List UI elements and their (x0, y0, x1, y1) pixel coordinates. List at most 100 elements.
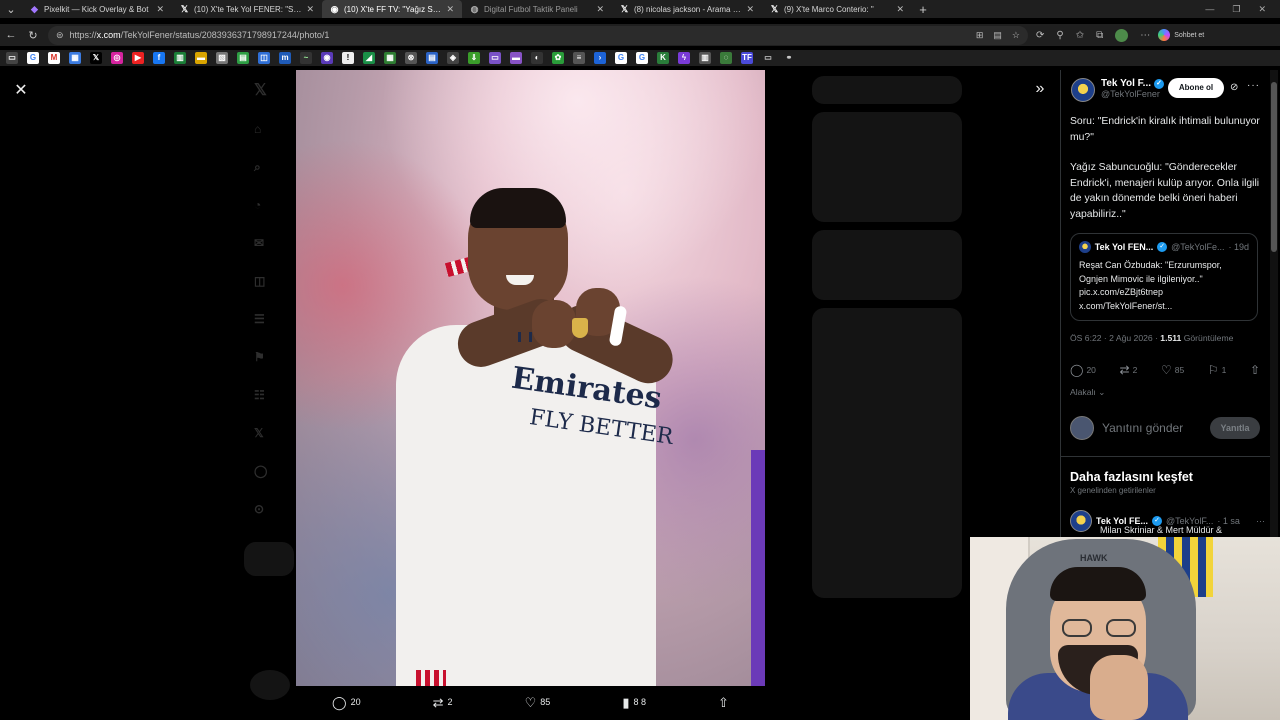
browser-tab-tekyol[interactable]: 𝕏 (10) X'te Tek Yol FENER: "Soru: "En ✕ (172, 0, 322, 18)
browser-tab-taktik[interactable]: ◍ Digital Futbol Taktik Paneli ✕ (462, 0, 612, 18)
bookmark-button[interactable]: ⚐ 1 (1208, 364, 1227, 376)
bookmark-icon[interactable]: ▥ (699, 52, 711, 64)
reply-submit-button[interactable]: Yanıtla (1210, 417, 1260, 439)
bookmark-icon[interactable]: ⊗ (405, 52, 417, 64)
quoted-tweet[interactable]: Tek Yol FEN... ✓ @TekYolFe... · 19d Reşa… (1070, 233, 1258, 321)
close-tab-icon[interactable]: ✕ (596, 4, 604, 15)
close-tab-icon[interactable]: ✕ (746, 4, 754, 15)
repost-button[interactable]: ⇄ 2 (1120, 364, 1138, 376)
close-icon[interactable]: ✕ (12, 82, 30, 100)
google-icon[interactable]: G (636, 52, 648, 64)
bookmark-icon[interactable]: TF (741, 52, 753, 64)
close-tab-icon[interactable]: ✕ (306, 4, 314, 15)
bookmark-icon[interactable]: ◫ (258, 52, 270, 64)
new-tab-icon[interactable]: + (912, 2, 934, 17)
bookmark-icon[interactable]: ▬ (510, 52, 522, 64)
more-options-icon[interactable]: ··· (1247, 80, 1260, 91)
share-button[interactable]: ⇧ (1250, 364, 1260, 376)
author-handle[interactable]: @TekYolFener (1101, 89, 1164, 99)
bookmark-icon[interactable]: ▤ (237, 52, 249, 64)
photo-like-button[interactable]: ♡ 85 (525, 696, 551, 709)
reload-icon[interactable]: ↻ (22, 29, 44, 42)
bookmark-icon[interactable]: ϟ (678, 52, 690, 64)
window-close-icon[interactable]: ✕ (1258, 4, 1266, 15)
bookmark-icon[interactable]: ◐ (531, 52, 543, 64)
browser-tab-fftv[interactable]: ◉ (10) X'te FF TV: "Yağız Sab ✕ (322, 0, 462, 18)
browser-tab-nicolas[interactable]: 𝕏 (8) nicolas jackson - Arama / X ✕ (612, 0, 762, 18)
author-name[interactable]: Tek Yol F... (1101, 78, 1151, 89)
bookmark-icon[interactable]: ◈ (447, 52, 459, 64)
settings-more-icon[interactable]: ⋯ (1140, 30, 1150, 41)
tab-bar: ⌄ ◆ Pixelkit — Kick Overlay & Bot ✕ 𝕏 (1… (0, 0, 1280, 18)
avatar[interactable] (1071, 78, 1095, 102)
bookmark-icon[interactable]: m (279, 52, 291, 64)
tweet-timestamp[interactable]: ÖS 6:22 · 2 Ağu 2026 · (1070, 333, 1160, 343)
site-info-icon[interactable]: ⊜ (56, 30, 64, 41)
bookmark-icon[interactable]: K (657, 52, 669, 64)
instagram-icon[interactable]: ◎ (111, 52, 123, 64)
scrollbar-thumb[interactable] (1271, 82, 1277, 252)
follow-button[interactable]: Abone ol (1168, 78, 1224, 98)
bookmark-icon[interactable]: ▭ (489, 52, 501, 64)
profile-avatar[interactable] (1115, 28, 1129, 42)
link-icon[interactable]: ⚭ (783, 52, 795, 64)
app-available-icon[interactable]: ⊞ (976, 30, 984, 41)
bookmark-icon[interactable]: ▦ (69, 52, 81, 64)
photo-reply-button[interactable]: ◯ 20 (332, 696, 361, 709)
reply-sort-dropdown[interactable]: Alakalı ⌄ (1070, 387, 1105, 398)
minimize-icon[interactable]: — (1205, 4, 1214, 15)
bookmark-icon[interactable]: ⇓ (468, 52, 480, 64)
favorite-star-icon[interactable]: ☆ (1012, 30, 1020, 41)
collections-icon[interactable]: ⧉ (1096, 30, 1103, 41)
folder-icon[interactable]: ▭ (762, 52, 774, 64)
tab-list-chevron-icon[interactable]: ⌄ (0, 3, 22, 16)
like-button[interactable]: ♡ 85 (1161, 364, 1184, 376)
bookmark-icon[interactable]: ~ (300, 52, 312, 64)
tweet-photo[interactable]: Emirates FLY BETTER (296, 70, 765, 686)
bookmark-icon[interactable]: ▥ (174, 52, 186, 64)
bookmark-icon[interactable]: ◌ (720, 52, 732, 64)
browser-tab-conterio[interactable]: 𝕏 (9) X'te Marco Conterio: " ✕ (762, 0, 912, 18)
youtube-icon[interactable]: ▶ (132, 52, 144, 64)
favorites-icon[interactable]: ✩ (1076, 30, 1084, 41)
reply-input[interactable]: Yanıtını gönder (1102, 421, 1202, 435)
bookmark-icon[interactable]: ▬ (195, 52, 207, 64)
bookmark-icon[interactable]: ▧ (216, 52, 228, 64)
bookmark-icon[interactable]: ◢ (363, 52, 375, 64)
close-tab-icon[interactable]: ✕ (446, 4, 454, 15)
close-tab-icon[interactable]: ✕ (896, 4, 904, 15)
bookmark-icon[interactable]: › (594, 52, 606, 64)
photo-repost-button[interactable]: ⇄ 2 (433, 696, 453, 709)
bookmark-icon[interactable]: ▤ (426, 52, 438, 64)
maximize-icon[interactable]: ❐ (1232, 4, 1240, 15)
gmail-icon[interactable]: M (48, 52, 60, 64)
photo-views-button[interactable]: ▮ 8 8 (622, 696, 646, 709)
extensions-icon[interactable]: ⚲ (1056, 30, 1063, 41)
refresh-extension-icon[interactable]: ⟳ (1036, 30, 1044, 41)
copilot-button[interactable]: Sohbet et (1158, 29, 1204, 41)
browser-tab-pixelkit[interactable]: ◆ Pixelkit — Kick Overlay & Bot ✕ (22, 0, 172, 18)
facebook-icon[interactable]: f (153, 52, 165, 64)
photo-share-button[interactable]: ⇧ (718, 696, 729, 709)
bookmark-icon[interactable]: ▭ (6, 52, 18, 64)
reader-mode-icon[interactable]: ▤ (993, 30, 1002, 41)
back-icon[interactable]: ← (0, 29, 22, 41)
avatar[interactable] (1070, 510, 1092, 532)
grok-icon[interactable]: ⊘ (1230, 82, 1238, 93)
reply-button[interactable]: ◯ 20 (1070, 364, 1096, 376)
bookmark-icon[interactable]: ≡ (573, 52, 585, 64)
google-icon[interactable]: G (615, 52, 627, 64)
more-options-icon[interactable]: ··· (1256, 516, 1265, 526)
bookmark-icon[interactable]: ✿ (552, 52, 564, 64)
google-icon[interactable]: G (27, 52, 39, 64)
close-tab-icon[interactable]: ✕ (156, 4, 164, 15)
bookmark-icon[interactable]: ◉ (321, 52, 333, 64)
bookmark-icon[interactable]: ! (342, 52, 354, 64)
x-icon: 𝕏 (770, 3, 779, 14)
url-input[interactable]: ⊜ https://x.com/TekYolFener/status/20839… (48, 25, 1028, 45)
nav-grok-icon: ◫ (254, 274, 266, 288)
collapse-sidebar-icon[interactable]: » (1031, 80, 1049, 98)
x-icon[interactable]: 𝕏 (90, 52, 102, 64)
recommended-tweet[interactable]: Tek Yol FE... ✓ @TekYolF... · 1 sa ··· M… (1070, 510, 1265, 535)
bookmark-icon[interactable]: ▦ (384, 52, 396, 64)
